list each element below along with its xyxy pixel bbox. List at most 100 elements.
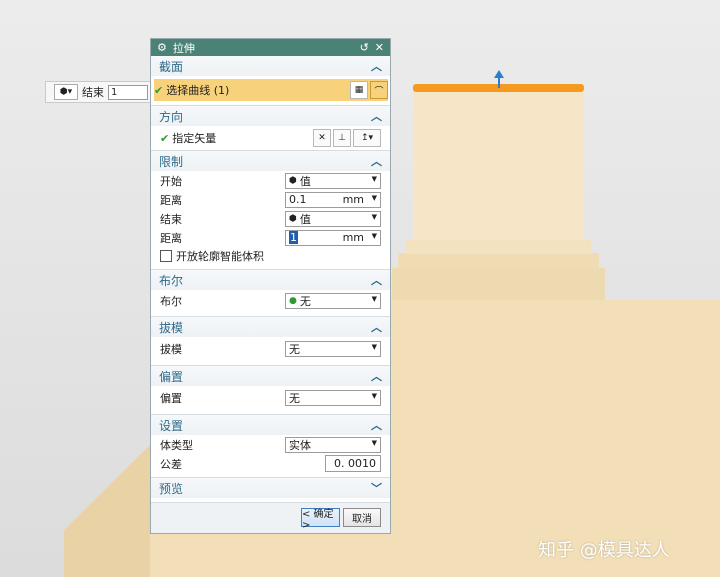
select-curve-row[interactable]: ✔ 选择曲线 (1) ▦ ⌒ xyxy=(154,79,388,101)
base-side-face xyxy=(64,445,150,577)
offset-row: 偏置 无 ▼ xyxy=(151,386,390,410)
step-upper xyxy=(405,240,591,254)
reset-icon[interactable]: ↺ xyxy=(360,41,369,54)
body-type-row: 体类型 实体 ▼ xyxy=(151,435,390,454)
start-distance-input[interactable]: 0.1 mm ▼ xyxy=(285,191,381,208)
specify-vector-row[interactable]: ✔ 指定矢量 ✕ ⊥ ↥▾ xyxy=(151,126,390,150)
settings-panel: 设置 ︿ 体类型 实体 ▼ 公差 0. 0010 xyxy=(151,414,390,473)
close-icon[interactable]: ✕ xyxy=(375,41,384,54)
tolerance-row: 公差 0. 0010 xyxy=(151,454,390,473)
preview-header[interactable]: 预览 ﹀ xyxy=(151,478,390,498)
value-icon: ⬢ xyxy=(289,213,297,224)
dropdown-arrow-icon: ▼ xyxy=(371,392,377,400)
draft-dropdown[interactable]: 无 ▼ xyxy=(285,341,381,357)
limits-header[interactable]: 限制 ︿ xyxy=(151,151,390,171)
dialog-title: 拉伸 xyxy=(172,41,195,55)
cylinder-body xyxy=(413,90,584,240)
step-lower xyxy=(392,268,605,300)
step-middle xyxy=(398,253,599,269)
collapse-icon[interactable]: ︿ xyxy=(371,417,382,433)
collapse-icon[interactable]: ︿ xyxy=(371,153,382,169)
vector-dialog-icon[interactable]: ⊥ xyxy=(333,129,351,147)
ok-button[interactable]: < 确定 > xyxy=(301,508,340,531)
dropdown-arrow-icon: ▼ xyxy=(371,295,377,303)
boolean-row: 布尔 ● 无 ▼ xyxy=(151,290,390,312)
floating-end-toolbar: ⬢▾ 结束 1 xyxy=(45,81,153,103)
collapse-icon[interactable]: ︿ xyxy=(371,368,382,384)
unit-label: mm xyxy=(342,193,364,206)
specify-vector-label: 指定矢量 xyxy=(172,132,217,145)
body-type-dropdown[interactable]: 实体 ▼ xyxy=(285,436,381,453)
start-value: 值 xyxy=(299,174,311,188)
draft-panel: 拔模 ︿ 拔模 无 ▼ xyxy=(151,316,390,361)
collapse-icon[interactable]: ︿ xyxy=(371,272,382,288)
dropdown-arrow-icon: ▼ xyxy=(371,438,377,447)
open-profile-checkbox[interactable] xyxy=(160,250,172,262)
end-value-input[interactable]: 1 xyxy=(108,84,148,100)
section-panel: 截面 ︿ ✔ 选择曲线 (1) ▦ ⌒ xyxy=(151,56,390,101)
preview-panel: 预览 ﹀ xyxy=(151,477,390,498)
offset-dropdown[interactable]: 无 ▼ xyxy=(285,390,381,406)
draft-value: 无 xyxy=(289,343,300,356)
gear-icon: ⚙ xyxy=(157,41,167,54)
dialog-footer: < 确定 > 取消 xyxy=(151,502,390,533)
start-distance-value: 0.1 xyxy=(289,193,307,206)
boolean-none-icon: ● xyxy=(289,296,297,306)
collapse-icon[interactable]: ︿ xyxy=(371,108,382,124)
dialog-titlebar: ⚙ 拉伸 ↺ ✕ xyxy=(151,39,390,56)
end-distance-input[interactable]: 1 mm ▼ xyxy=(285,229,381,246)
offset-header[interactable]: 偏置 ︿ xyxy=(151,366,390,386)
boolean-value: 无 xyxy=(299,295,311,308)
boolean-dropdown[interactable]: ● 无 ▼ xyxy=(285,293,381,309)
vector-type-dropdown-icon[interactable]: ↥▾ xyxy=(353,129,381,147)
end-label: 结束 xyxy=(82,86,104,99)
watermark-text: 知乎 @模具达人 xyxy=(538,540,670,561)
value-icon: ⬢ xyxy=(289,175,297,186)
offset-panel: 偏置 ︿ 偏置 无 ▼ xyxy=(151,365,390,410)
boolean-header-label: 布尔 xyxy=(159,273,184,288)
end-distance-row: 距离 1 mm ▼ xyxy=(151,228,390,247)
end-distance-value: 1 xyxy=(289,231,298,244)
section-header[interactable]: 截面 ︿ xyxy=(151,56,390,76)
open-profile-label: 开放轮廓智能体积 xyxy=(176,250,264,263)
start-dropdown[interactable]: ⬢ 值 ▼ xyxy=(285,172,381,189)
limits-header-label: 限制 xyxy=(159,154,184,169)
offset-header-label: 偏置 xyxy=(159,369,184,384)
boolean-header[interactable]: 布尔 ︿ xyxy=(151,270,390,290)
draft-row: 拔模 无 ▼ xyxy=(151,337,390,361)
section-header-label: 截面 xyxy=(159,59,184,74)
check-icon: ✔ xyxy=(154,83,164,97)
expand-icon[interactable]: ﹀ xyxy=(371,480,382,496)
direction-header-label: 方向 xyxy=(159,109,184,124)
settings-header[interactable]: 设置 ︿ xyxy=(151,415,390,435)
end-row: 结束 ⬢ 值 ▼ xyxy=(151,209,390,228)
collapse-icon[interactable]: ︿ xyxy=(371,319,382,335)
dropdown-arrow-icon: ▼ xyxy=(371,174,377,183)
dropdown-arrow-icon: ▼ xyxy=(371,231,377,240)
curve-select-icon[interactable]: ⌒ xyxy=(370,81,388,99)
collapse-icon[interactable]: ︿ xyxy=(371,58,382,74)
reverse-direction-icon[interactable]: ✕ xyxy=(313,129,331,147)
offset-value: 无 xyxy=(289,392,300,405)
direction-panel: 方向 ︿ ✔ 指定矢量 ✕ ⊥ ↥▾ xyxy=(151,105,390,150)
preview-header-label: 预览 xyxy=(159,481,184,496)
open-profile-row[interactable]: 开放轮廓智能体积 xyxy=(151,247,390,265)
dropdown-arrow-icon: ▼ xyxy=(371,212,377,221)
body-type-value: 实体 xyxy=(289,438,311,452)
draft-header[interactable]: 拔模 ︿ xyxy=(151,317,390,337)
vector-arrow-head xyxy=(494,70,504,78)
cube-selector-icon[interactable]: ⬢▾ xyxy=(54,84,78,100)
select-curve-label: 选择曲线 (1) xyxy=(166,84,230,97)
sketch-icon[interactable]: ▦ xyxy=(350,81,368,99)
boolean-panel: 布尔 ︿ 布尔 ● 无 ▼ xyxy=(151,269,390,312)
end-dropdown[interactable]: ⬢ 值 ▼ xyxy=(285,210,381,227)
tolerance-input[interactable]: 0. 0010 xyxy=(325,455,381,472)
extrude-dialog: ⚙ 拉伸 ↺ ✕ 截面 ︿ ✔ 选择曲线 (1) ▦ ⌒ 方向 ︿ ✔ 指定矢量… xyxy=(150,38,391,534)
draft-header-label: 拔模 xyxy=(159,320,184,335)
cancel-button[interactable]: 取消 xyxy=(343,508,381,527)
dropdown-arrow-icon: ▼ xyxy=(371,343,377,351)
direction-header[interactable]: 方向 ︿ xyxy=(151,106,390,126)
unit-label: mm xyxy=(342,231,364,244)
check-icon: ✔ xyxy=(160,131,170,145)
limits-panel: 限制 ︿ 开始 ⬢ 值 ▼ 距离 0.1 mm ▼ 结束 ⬢ 值 ▼ 距离 1 … xyxy=(151,150,390,265)
